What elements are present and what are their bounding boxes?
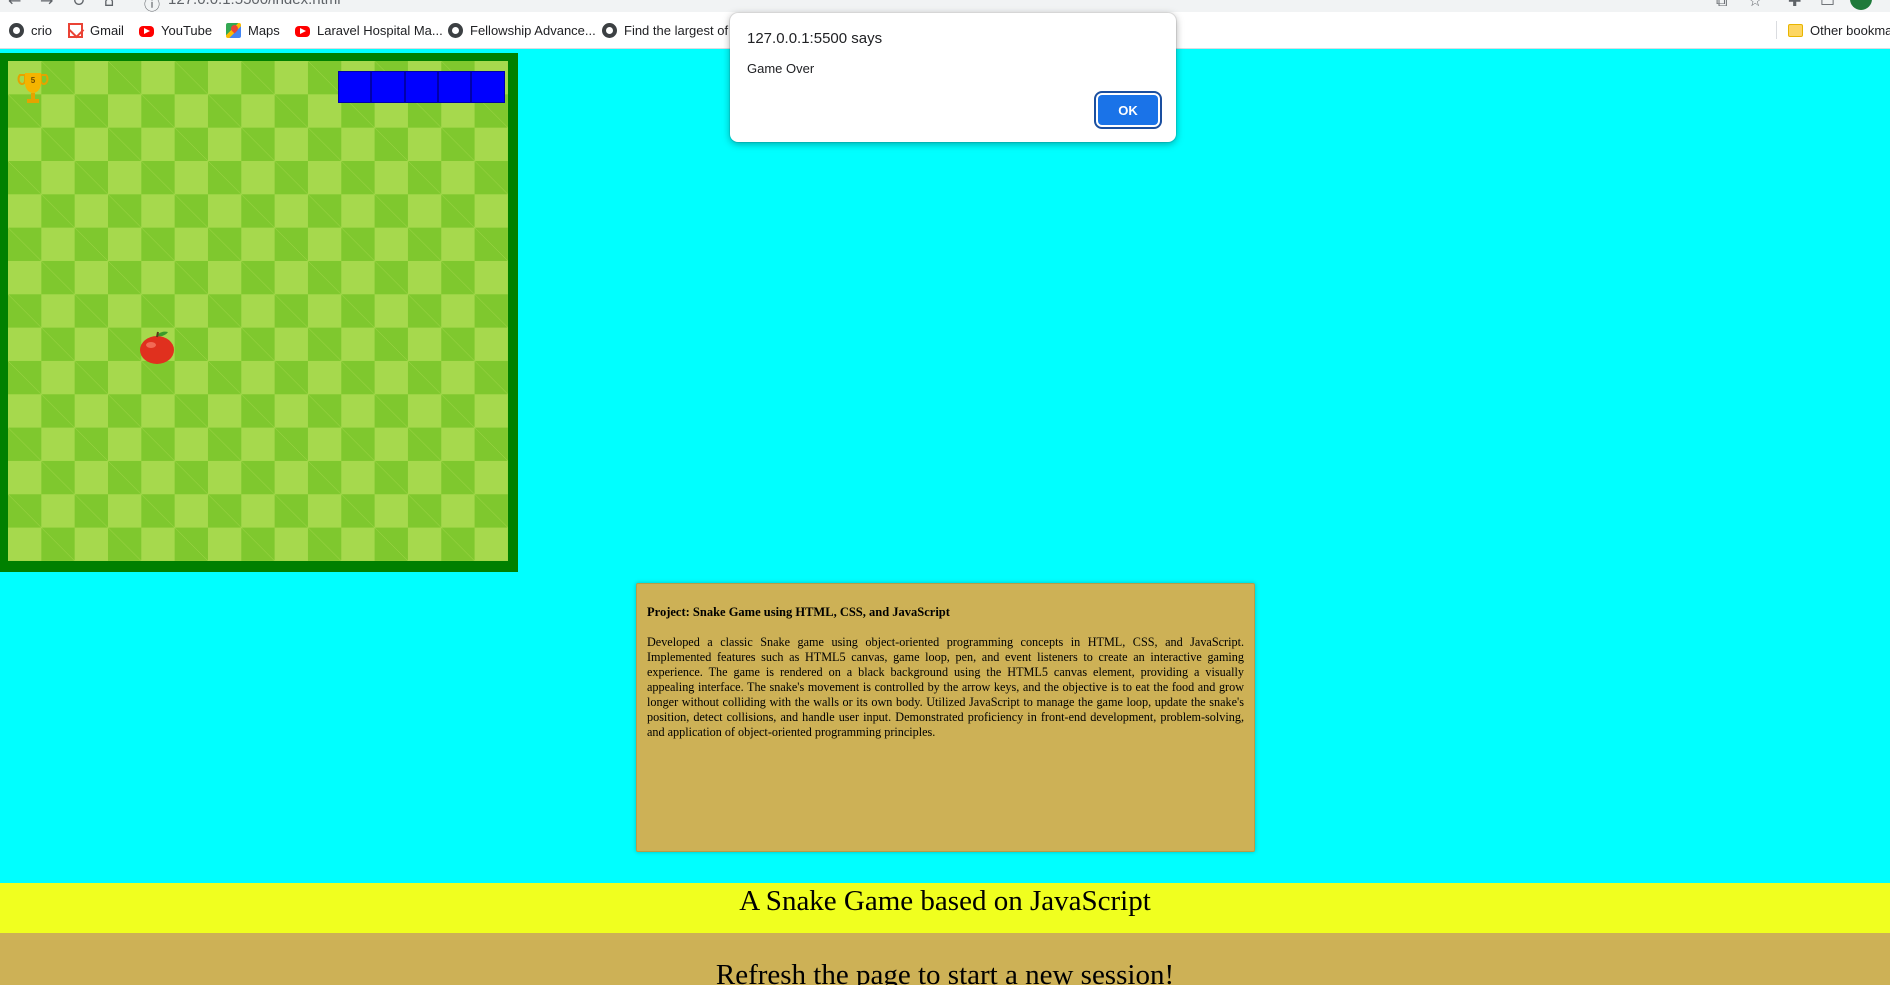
folder-icon (1788, 23, 1803, 37)
refresh-message: Refresh the page to start a new session! (715, 959, 1175, 985)
gear-icon (9, 22, 24, 38)
reload-icon[interactable]: ↻ (72, 0, 85, 10)
project-title: Project: Snake Game using HTML, CSS, and… (647, 605, 950, 619)
bookmark-laravel[interactable]: Laravel Hospital Ma... (295, 12, 443, 48)
project-description: Developed a classic Snake game using obj… (647, 635, 1244, 739)
trophy-icon: 5 (17, 71, 49, 107)
gmail-icon (68, 22, 83, 38)
snake-segment (437, 71, 472, 103)
alert-title: 127.0.0.1:5500 says (747, 30, 883, 47)
project-card: Project: Snake Game using HTML, CSS, and… (636, 583, 1255, 852)
page-heading-band: A Snake Game based on JavaScript (0, 883, 1890, 933)
site-info-icon[interactable]: ⓘ (144, 0, 160, 12)
install-icon[interactable]: ⧉ (1716, 0, 1727, 11)
forward-icon[interactable]: → (40, 0, 53, 10)
bookmark-find-largest[interactable]: Find the largest of t (602, 12, 735, 48)
back-icon[interactable]: ← (8, 0, 21, 10)
alert-dialog: 127.0.0.1:5500 says Game Over OK (730, 13, 1176, 142)
snake-segment (338, 71, 372, 103)
youtube-icon (295, 25, 310, 37)
home-icon[interactable]: ⌂ (104, 0, 114, 10)
page-heading: A Snake Game based on JavaScript (739, 885, 1151, 917)
bookmarks-divider (1776, 21, 1777, 39)
apple-food-icon (137, 327, 179, 367)
snake-segment (471, 71, 505, 103)
other-bookmarks[interactable]: Other bookmar (1788, 12, 1890, 48)
address-bar[interactable]: 127.0.0.1:5500/index.html (168, 0, 341, 8)
bookmark-youtube[interactable]: YouTube (139, 12, 212, 48)
gear-icon (448, 22, 463, 38)
extensions-icon[interactable]: ✚ (1788, 0, 1801, 10)
bookmark-crio[interactable]: crio (9, 12, 52, 48)
ok-button[interactable]: OK (1098, 95, 1158, 125)
browser-toolbar: ← → ↻ ⌂ ⓘ 127.0.0.1:5500/index.html ⧉ ☆ … (0, 0, 1890, 12)
sidepanel-icon[interactable]: ▭ (1820, 0, 1835, 10)
bookmark-gmail[interactable]: Gmail (68, 12, 124, 48)
alert-message: Game Over (747, 61, 815, 76)
bookmark-fellowship[interactable]: Fellowship Advance... (448, 12, 596, 48)
score-value: 5 (30, 76, 36, 85)
bookmark-maps[interactable]: Maps (226, 12, 280, 48)
game-board: 5 (0, 53, 518, 572)
game-grid: 5 (8, 61, 508, 561)
profile-avatar[interactable] (1850, 0, 1872, 10)
snake-segment (404, 71, 438, 103)
snake-segment (371, 71, 405, 103)
youtube-icon (139, 25, 154, 37)
gear-icon (602, 22, 617, 38)
maps-icon (226, 22, 241, 38)
refresh-band: Refresh the page to start a new session! (0, 933, 1890, 985)
bookmark-star-icon[interactable]: ☆ (1748, 0, 1762, 10)
